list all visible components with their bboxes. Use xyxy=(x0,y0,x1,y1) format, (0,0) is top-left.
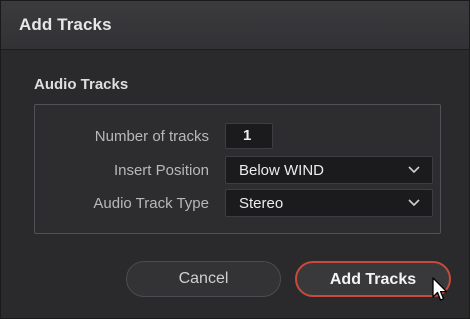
chevron-down-icon xyxy=(408,166,420,174)
audio-track-type-value: Stereo xyxy=(239,195,284,212)
cancel-button[interactable]: Cancel xyxy=(126,261,281,297)
number-of-tracks-field[interactable]: 1 xyxy=(225,123,273,149)
audio-track-type-label: Audio Track Type xyxy=(93,195,209,212)
insert-position-value: Below WIND xyxy=(239,162,325,179)
insert-position-label: Insert Position xyxy=(113,162,209,179)
add-tracks-button[interactable]: Add Tracks xyxy=(295,261,451,297)
dialog-title: Add Tracks xyxy=(19,15,112,34)
number-of-tracks-label: Number of tracks xyxy=(94,128,209,145)
audio-track-type-dropdown[interactable]: Stereo xyxy=(225,189,433,217)
dialog-titlebar[interactable]: Add Tracks xyxy=(1,1,469,50)
insert-position-dropdown[interactable]: Below WIND xyxy=(225,156,433,184)
audio-tracks-section-label: Audio Tracks xyxy=(34,76,129,93)
add-tracks-dialog: Add Tracks Audio Tracks Number of tracks… xyxy=(0,0,470,319)
chevron-down-icon xyxy=(408,199,420,207)
mouse-cursor-icon xyxy=(432,277,448,301)
